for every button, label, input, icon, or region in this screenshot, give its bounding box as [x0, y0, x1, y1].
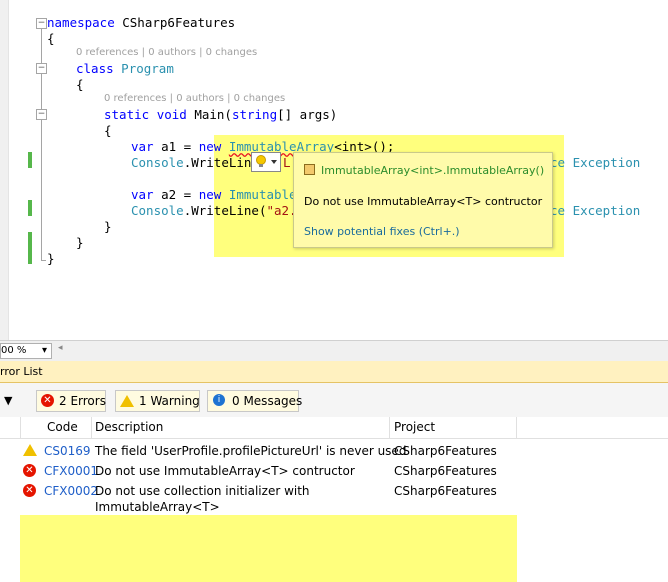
- info-icon: i: [213, 394, 225, 406]
- code-line: var a2 = new ImmutableA: [131, 187, 305, 202]
- code-line: namespace CSharp6Features: [47, 15, 236, 30]
- messages-count: 0 Messages: [232, 394, 303, 408]
- code-line-fragment: ce Exception: [550, 155, 641, 170]
- code-line: }: [47, 251, 55, 266]
- popup-message: Do not use ImmutableArray<T> contructor: [304, 195, 543, 208]
- table-row[interactable]: ✕ CFX0002 Do not use collection initiali…: [0, 482, 668, 518]
- error-description: Do not use ImmutableArray<T> contructor: [95, 464, 355, 478]
- table-row[interactable]: ✕ CFX0001 Do not use ImmutableArray<T> c…: [0, 462, 668, 482]
- code-line: {: [104, 123, 112, 138]
- change-bar: [28, 200, 32, 216]
- warnings-filter-button[interactable]: 1 Warning: [115, 390, 200, 412]
- change-bar: [28, 152, 32, 168]
- errors-count: 2 Errors: [59, 394, 106, 408]
- column-separator: [516, 417, 517, 438]
- collapse-class-icon[interactable]: −: [36, 63, 47, 74]
- code-line: }: [76, 235, 84, 250]
- highlight-overlay: [20, 515, 517, 582]
- error-code-link[interactable]: CFX0002: [44, 484, 98, 498]
- error-description-continued: ImmutableArray<T>: [95, 500, 220, 514]
- error-list-title[interactable]: rror List: [0, 361, 668, 383]
- popup-title: ImmutableArray<int>.ImmutableArray(): [321, 164, 545, 177]
- code-line: Console.WriteLine("a2.L: [131, 203, 305, 218]
- error-icon: ✕: [23, 484, 36, 497]
- column-code[interactable]: Code: [47, 420, 78, 434]
- error-project: CSharp6Features: [394, 484, 497, 498]
- quick-actions-button[interactable]: [251, 152, 281, 172]
- popup-title-row: ImmutableArray<int>.ImmutableArray(): [304, 164, 544, 177]
- column-separator: [20, 417, 21, 438]
- warning-icon: [120, 395, 134, 407]
- horizontal-scrollbar[interactable]: ◂: [54, 343, 668, 357]
- code-line: {: [47, 31, 55, 46]
- show-fixes-link[interactable]: Show potential fixes (Ctrl+.): [304, 225, 460, 238]
- error-description: The field 'UserProfile.profilePictureUrl…: [95, 444, 407, 458]
- chevron-down-icon: ▾: [41, 345, 47, 356]
- messages-filter-button[interactable]: i 0 Messages: [207, 390, 303, 412]
- zoom-value: 00 %: [1, 345, 27, 356]
- code-line: {: [76, 77, 84, 92]
- error-project: CSharp6Features: [394, 444, 497, 458]
- code-line-fragment: ce Exception: [550, 203, 641, 218]
- code-line: static void Main(string[] args): [104, 107, 338, 122]
- error-list-toolbar: ▼ ✕ 2 Errors 1 Warning i 0 Messages: [0, 384, 668, 414]
- collapse-namespace-icon[interactable]: −: [36, 18, 47, 29]
- quick-info-popup: ImmutableArray<int>.ImmutableArray() Do …: [293, 152, 553, 248]
- warning-icon: [23, 444, 37, 456]
- codelens-hint[interactable]: 0 references | 0 authors | 0 changes: [104, 93, 285, 104]
- codelens-hint[interactable]: 0 references | 0 authors | 0 changes: [76, 47, 257, 58]
- code-line: }: [104, 219, 112, 234]
- cube-icon: [304, 164, 315, 175]
- table-row[interactable]: CS0169 The field 'UserProfile.profilePic…: [0, 442, 668, 462]
- column-project[interactable]: Project: [394, 420, 435, 434]
- code-line: class Program: [76, 61, 174, 76]
- errors-filter-button[interactable]: ✕ 2 Errors: [36, 390, 106, 412]
- column-description[interactable]: Description: [95, 420, 163, 434]
- error-code-link[interactable]: CFX0001: [44, 464, 98, 478]
- error-project: CSharp6Features: [394, 464, 497, 478]
- warnings-count: 1 Warning: [139, 394, 200, 408]
- code-editor[interactable]: − − − namespace CSharp6Features { 0 refe…: [0, 0, 668, 340]
- zoom-dropdown[interactable]: 00 % ▾: [0, 343, 52, 359]
- error-description: Do not use collection initializer with: [95, 484, 310, 498]
- column-separator: [91, 417, 92, 438]
- error-table-header: Code Description Project: [0, 417, 668, 439]
- error-icon: ✕: [23, 464, 36, 477]
- lightbulb-icon: [256, 155, 277, 167]
- code-line-fragment: L: [283, 155, 291, 170]
- collapse-method-icon[interactable]: −: [36, 109, 47, 120]
- error-icon: ✕: [41, 394, 54, 407]
- outline-end: [41, 260, 46, 261]
- change-bar: [28, 232, 32, 264]
- error-code-link[interactable]: CS0169: [44, 444, 91, 458]
- error-table: Code Description Project CS0169 The fiel…: [0, 417, 668, 582]
- scroll-left-icon[interactable]: ◂: [58, 343, 63, 353]
- editor-margin: [0, 0, 9, 340]
- code-line: Console.WriteLine: [131, 155, 259, 170]
- error-list-panel: rror List ▼ ✕ 2 Errors 1 Warning i 0 Mes…: [0, 361, 668, 582]
- filter-icon[interactable]: ▼: [4, 394, 12, 407]
- column-separator: [389, 417, 390, 438]
